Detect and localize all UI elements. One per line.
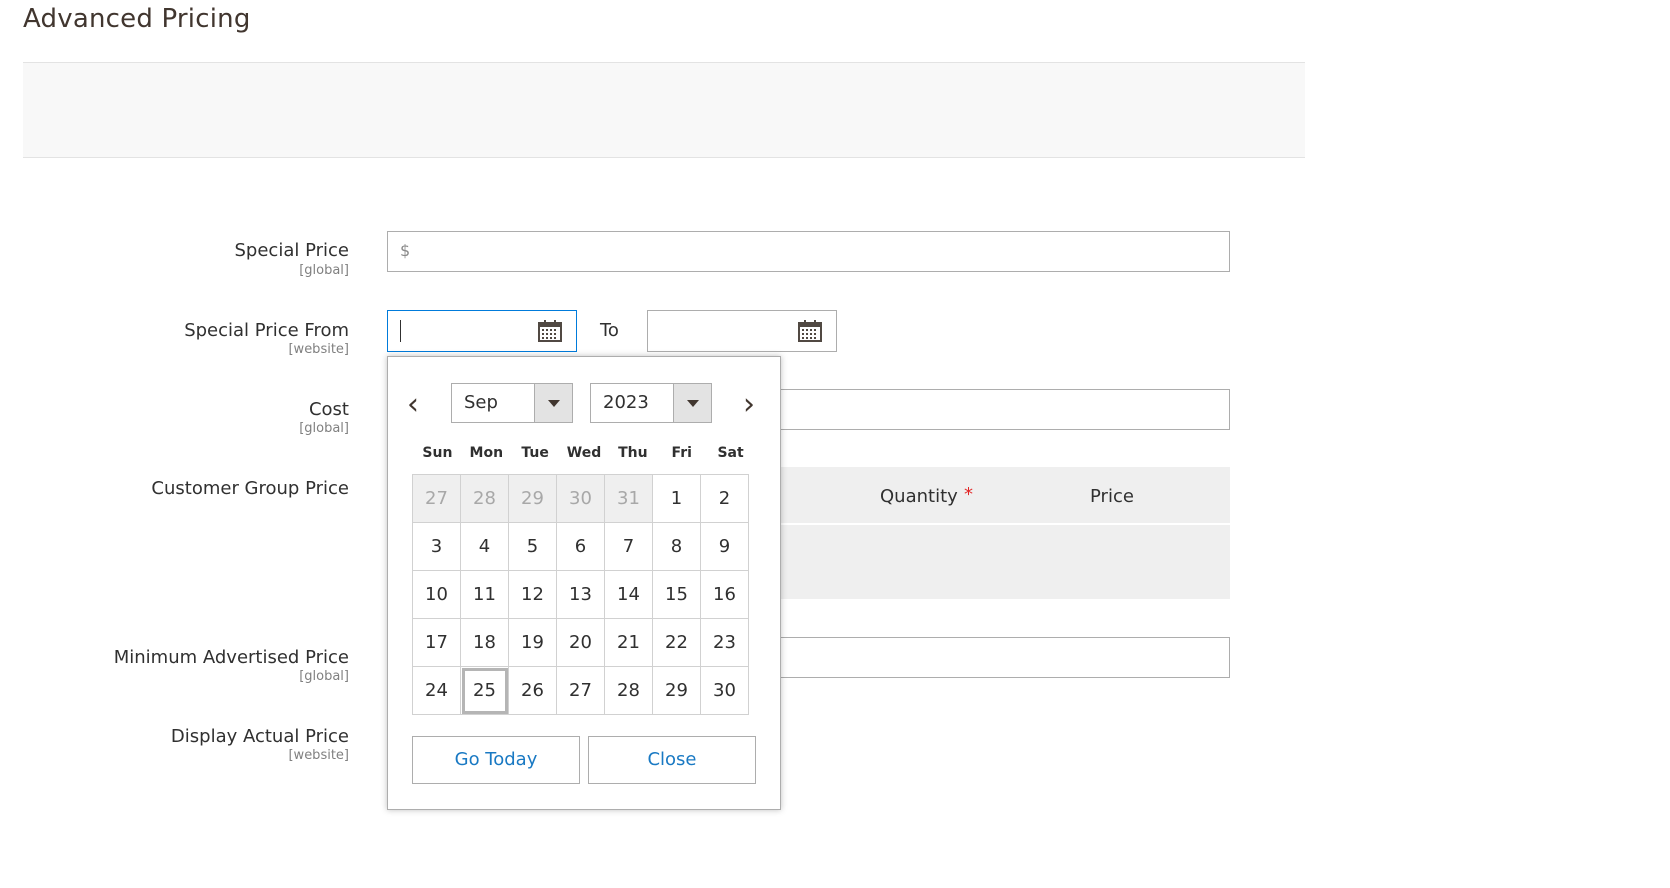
calendar-day[interactable]: 15: [652, 570, 701, 619]
calendar-day[interactable]: 8: [652, 522, 701, 571]
weekday-header: Mon: [469, 445, 504, 461]
calendar-day[interactable]: 17: [412, 618, 461, 667]
calendar-week-row: 10 11 12 13 14 15 16: [412, 570, 749, 619]
special-price-from-input[interactable]: [387, 310, 577, 352]
display-actual-price-scope: [website]: [288, 748, 349, 763]
calendar-day[interactable]: 10: [412, 570, 461, 619]
calendar-day[interactable]: 7: [604, 522, 653, 571]
calendar-day[interactable]: 9: [700, 522, 749, 571]
calendar-day[interactable]: 13: [556, 570, 605, 619]
calendar-day[interactable]: 27: [412, 474, 461, 523]
calendar-day[interactable]: 22: [652, 618, 701, 667]
calendar-week-row: 24 25 26 27 28 29 30: [412, 666, 749, 715]
calendar-day[interactable]: 1: [652, 474, 701, 523]
customer-group-price-label: Customer Group Price: [151, 478, 349, 499]
calendar-day[interactable]: 14: [604, 570, 653, 619]
weekday-header: Wed: [566, 445, 602, 461]
year-select[interactable]: 2023: [590, 383, 712, 423]
chevron-down-icon[interactable]: [673, 384, 711, 422]
text-caret: [400, 320, 401, 342]
calendar-day[interactable]: 26: [508, 666, 557, 715]
special-price-from-scope: [website]: [288, 342, 349, 357]
calendar-grid: 27 28 29 30 31 1 2 3 4 5 6 7 8 9 10 11 12 13 14 15 16 17 18 19 2…: [412, 474, 749, 715]
calendar-day[interactable]: 20: [556, 618, 605, 667]
next-month-button[interactable]: ›: [736, 390, 762, 421]
calendar-week-row: 17 18 19 20 21 22 23: [412, 618, 749, 667]
weekday-header: Sun: [422, 445, 453, 461]
calendar-day[interactable]: 30: [700, 666, 749, 715]
column-header-price: Price: [1090, 486, 1134, 507]
calendar-day[interactable]: 29: [508, 474, 557, 523]
calendar-week-row: 27 28 29 30 31 1 2: [412, 474, 749, 523]
month-select-value: Sep: [464, 392, 498, 413]
calendar-day[interactable]: 30: [556, 474, 605, 523]
weekday-header: Fri: [671, 445, 692, 461]
calendar-day[interactable]: 24: [412, 666, 461, 715]
calendar-day[interactable]: 29: [652, 666, 701, 715]
weekday-header: Thu: [618, 445, 648, 461]
calendar-day[interactable]: 11: [460, 570, 509, 619]
weekday-header: Tue: [521, 445, 549, 461]
minimum-advertised-price-label: Minimum Advertised Price: [113, 647, 349, 668]
column-header-quantity: Quantity: [880, 486, 958, 507]
customer-group-price-grid-header: [780, 467, 1230, 523]
weekday-header-row: Sun Mon Tue Wed Thu Fri Sat: [413, 445, 755, 467]
calendar-day[interactable]: 23: [700, 618, 749, 667]
cost-label: Cost: [308, 399, 349, 420]
calendar-day[interactable]: 12: [508, 570, 557, 619]
calendar-day[interactable]: 5: [508, 522, 557, 571]
calendar-day[interactable]: 27: [556, 666, 605, 715]
prev-month-button[interactable]: ‹: [400, 390, 426, 421]
special-price-scope: [global]: [299, 263, 349, 278]
calendar-day[interactable]: 28: [460, 474, 509, 523]
calendar-day[interactable]: 3: [412, 522, 461, 571]
calendar-day[interactable]: 4: [460, 522, 509, 571]
currency-symbol: $: [400, 241, 411, 260]
minimum-advertised-price-scope: [global]: [299, 669, 349, 684]
month-select[interactable]: Sep: [451, 383, 573, 423]
calendar-day[interactable]: 21: [604, 618, 653, 667]
special-price-to-input[interactable]: [647, 310, 837, 352]
cost-scope: [global]: [299, 421, 349, 436]
close-button[interactable]: Close: [588, 736, 756, 784]
calendar-day[interactable]: 2: [700, 474, 749, 523]
calendar-icon[interactable]: [538, 320, 562, 342]
calendar-day[interactable]: 6: [556, 522, 605, 571]
calendar-day[interactable]: 16: [700, 570, 749, 619]
special-price-input[interactable]: $: [387, 231, 1230, 272]
page-title: Advanced Pricing: [23, 4, 251, 34]
calendar-day[interactable]: 19: [508, 618, 557, 667]
required-asterisk: *: [964, 484, 973, 505]
calendar-day[interactable]: 18: [460, 618, 509, 667]
weekday-header: Sat: [717, 445, 744, 461]
calendar-day[interactable]: 31: [604, 474, 653, 523]
calendar-day-today[interactable]: 25: [460, 666, 509, 715]
calendar-week-row: 3456789: [412, 522, 749, 571]
special-price-from-label: Special Price From: [184, 320, 349, 341]
special-price-label: Special Price: [234, 240, 350, 261]
modal-toolbar: [23, 62, 1305, 158]
calendar-icon[interactable]: [798, 320, 822, 342]
datepicker-popup: ‹ Sep 2023 › Sun Mon Tue Wed Thu Fri Sat 27 28 2…: [387, 356, 781, 810]
go-today-button[interactable]: Go Today: [412, 736, 580, 784]
year-select-value: 2023: [603, 392, 649, 413]
chevron-down-icon[interactable]: [534, 384, 572, 422]
to-label: To: [600, 320, 619, 341]
display-actual-price-label: Display Actual Price: [170, 726, 349, 747]
calendar-day[interactable]: 28: [604, 666, 653, 715]
customer-group-price-grid-body: [780, 525, 1230, 599]
